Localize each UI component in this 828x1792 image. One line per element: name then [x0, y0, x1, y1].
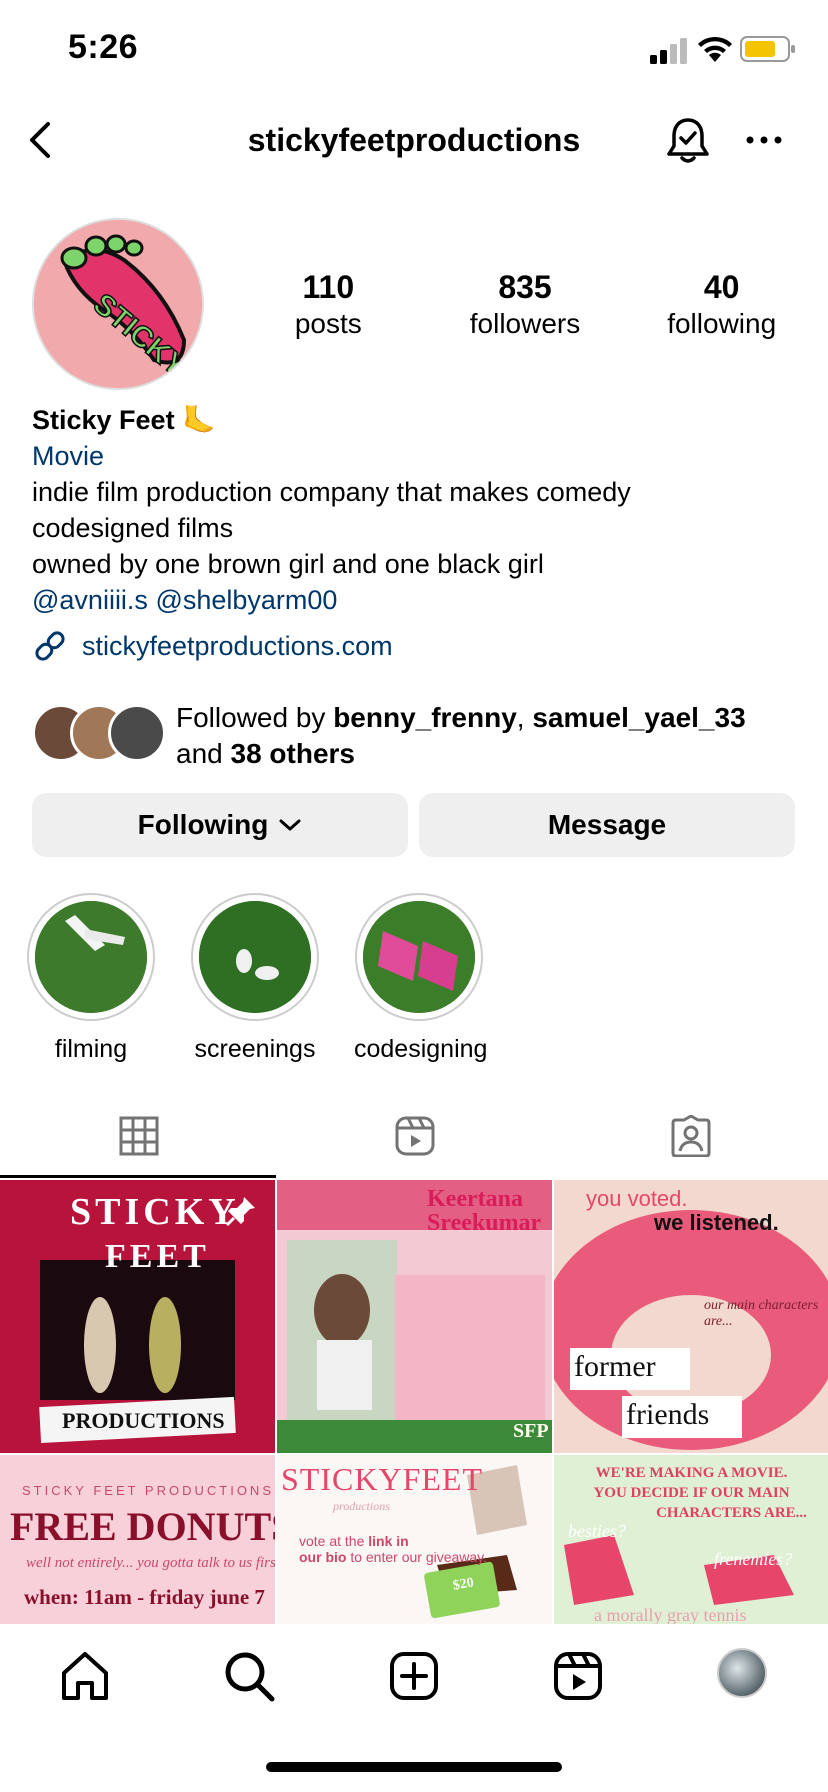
followed-by[interactable]: Followed by benny_frenny, samuel_yael_33…: [32, 700, 812, 772]
post-tile[interactable]: STICKY FEET PRODUCTIONS FREE DONUTS well…: [0, 1455, 275, 1624]
post-title: FREE DONUTS: [10, 1504, 275, 1549]
create-post-icon[interactable]: [387, 1649, 441, 1703]
active-tab-indicator: [0, 1175, 276, 1178]
post-tile[interactable]: you voted. we listened. our main charact…: [554, 1180, 828, 1453]
post-subtitle: PRODUCTIONS: [62, 1408, 225, 1433]
notification-bell-icon[interactable]: [664, 114, 712, 166]
status-bar: 5:26: [0, 0, 828, 100]
tab-reels[interactable]: [276, 1105, 552, 1177]
post-text: you voted.: [586, 1186, 688, 1211]
profile-tabs: [0, 1105, 828, 1178]
post-text: a morally gray tennis: [594, 1605, 747, 1624]
reels-icon[interactable]: [551, 1649, 605, 1703]
website-row[interactable]: stickyfeetproductions.com: [32, 628, 812, 664]
post-badge: SFP: [513, 1420, 549, 1442]
sticky-feet-logo: STICKY: [34, 220, 202, 388]
stat-label: followers: [469, 308, 581, 339]
post-text: YOU DECIDE IF OUR MAIN: [593, 1485, 790, 1501]
post-title: Keertana: [427, 1186, 523, 1212]
link-icon: [35, 631, 65, 661]
bio-line: indie film production company that makes…: [32, 477, 631, 507]
bio-line: owned by one brown girl and one black gi…: [32, 549, 544, 579]
profile-stats: 110 posts 835 followers 40 following: [230, 268, 820, 348]
post-tile[interactable]: Keertana Sreekumar SFP: [277, 1180, 552, 1453]
post-title: Sreekumar: [427, 1210, 542, 1236]
highlight-cover: [35, 901, 147, 1013]
highlight-ring: [27, 893, 155, 1021]
post-text: friends: [626, 1398, 710, 1431]
profile-bio: Sticky Feet 🦶 Movie indie film productio…: [32, 402, 812, 664]
reels-icon: [395, 1116, 435, 1156]
profile-header: stickyfeetproductions: [0, 110, 828, 170]
post-tile[interactable]: WE'RE MAKING A MOVIE. YOU DECIDE IF OUR …: [554, 1455, 828, 1624]
status-time: 5:26: [68, 28, 139, 66]
bio-line: codesigned films: [32, 513, 234, 543]
home-indicator: [266, 1762, 562, 1772]
post-text: WE'RE MAKING A MOVIE.: [595, 1465, 788, 1481]
home-icon[interactable]: [58, 1649, 112, 1703]
chevron-down-icon: [279, 819, 301, 831]
post-text: when: 11am - friday june 7: [24, 1585, 265, 1609]
stat-following[interactable]: 40 following: [623, 268, 820, 348]
stat-value: 40: [703, 269, 740, 305]
post-text: well not entirely... you gotta talk to u…: [26, 1555, 275, 1571]
battery-icon: [740, 36, 795, 62]
post-text: CHARACTERS ARE...: [656, 1505, 807, 1521]
bio-mentions[interactable]: @avniiii.s @shelbyarm00: [32, 582, 812, 618]
following-button-label: Following: [137, 809, 269, 840]
stat-value: 835: [498, 269, 552, 305]
tab-posts-grid[interactable]: [0, 1105, 276, 1178]
display-name: Sticky Feet 🦶: [32, 405, 216, 435]
post-text: former: [574, 1350, 656, 1383]
post-tile[interactable]: STICKYFEET productions vote at the link …: [277, 1455, 552, 1624]
post-text: frenemies?: [714, 1549, 793, 1569]
profile-avatar[interactable]: STICKY: [32, 218, 204, 390]
pin-icon: [225, 1197, 255, 1227]
highlight-label: codesigning: [354, 1035, 488, 1063]
grid-icon: [119, 1116, 159, 1156]
highlight-ring: [355, 893, 483, 1021]
follower-avatar: [108, 704, 166, 762]
message-button-label: Message: [547, 809, 667, 840]
post-tile[interactable]: STICKY FEET PRODUCTIONS: [0, 1180, 275, 1453]
stat-value: 110: [302, 269, 355, 305]
highlight-cover: [199, 901, 311, 1013]
posts-grid: STICKY FEET PRODUCTIONS Keertana Sreekum…: [0, 1180, 828, 1624]
message-button[interactable]: Message: [419, 793, 795, 857]
cellular-signal-icon: [650, 38, 687, 64]
highlight-filming[interactable]: filming: [26, 893, 156, 1064]
highlight-label: filming: [54, 1035, 128, 1063]
post-text: our main characters are...: [704, 1298, 819, 1329]
search-icon[interactable]: [222, 1649, 276, 1703]
stat-followers[interactable]: 835 followers: [427, 268, 624, 348]
stat-posts[interactable]: 110 posts: [230, 268, 427, 348]
post-text: besties?: [568, 1521, 626, 1541]
highlight-ring: [191, 893, 319, 1021]
wifi-icon: [698, 36, 732, 62]
tab-tagged[interactable]: [552, 1105, 828, 1177]
followed-by-text: Followed by benny_frenny, samuel_yael_33…: [176, 702, 746, 769]
highlight-codesigning[interactable]: codesigning: [354, 893, 488, 1064]
highlight-label: screenings: [194, 1035, 316, 1063]
highlight-cover: [363, 901, 475, 1013]
highlight-screenings[interactable]: screenings: [190, 893, 320, 1064]
profile-avatar-nav[interactable]: [717, 1648, 767, 1698]
tagged-person-icon: [671, 1115, 711, 1157]
stat-label: following: [667, 308, 777, 339]
post-title: FEET: [105, 1238, 210, 1275]
stat-label: posts: [294, 308, 362, 339]
post-text: STICKY FEET PRODUCTIONS: [22, 1483, 274, 1498]
post-title: STICKYFEET: [281, 1461, 483, 1497]
post-text: vote at the link in our bio to enter our …: [299, 1533, 488, 1565]
post-text: productions: [333, 1499, 390, 1513]
profile-category[interactable]: Movie: [32, 438, 812, 474]
following-button[interactable]: Following: [32, 793, 408, 857]
post-text: we listened.: [654, 1210, 779, 1235]
more-options-icon[interactable]: [744, 122, 784, 158]
post-title: STICKY: [70, 1191, 240, 1233]
website-link[interactable]: stickyfeetproductions.com: [82, 628, 393, 664]
